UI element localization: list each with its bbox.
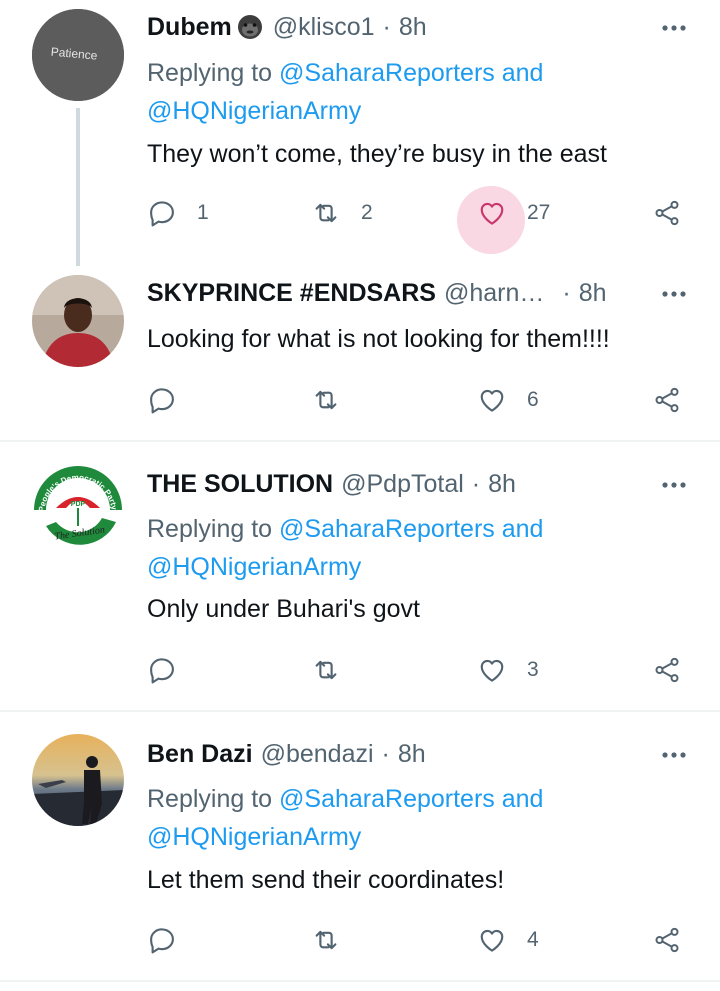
tweet-text: They won’t come, they’re busy in the eas… xyxy=(147,140,607,168)
replying-prefix: Replying to xyxy=(147,59,280,87)
retweet-button[interactable]: 2 xyxy=(311,191,373,235)
retweet-icon xyxy=(311,925,341,955)
tweet-text: Let them send their coordinates! xyxy=(147,866,505,894)
reply-button[interactable]: 1 xyxy=(147,191,209,235)
more-icon[interactable] xyxy=(660,473,688,497)
separator-dot: · xyxy=(381,739,390,768)
retweet-button[interactable] xyxy=(311,648,361,692)
tweet-header: THE SOLUTION @PdpTotal · 8h xyxy=(147,467,650,501)
reply-icon xyxy=(147,385,177,415)
mention-link[interactable]: @HQNigerianArmy xyxy=(147,823,361,851)
display-name[interactable]: Ben Dazi xyxy=(147,740,253,769)
reply-icon xyxy=(147,925,177,955)
retweet-icon xyxy=(311,655,341,685)
tweet-header: SKYPRINCE #ENDSARS @harn… · 8h xyxy=(147,276,650,310)
like-icon xyxy=(477,385,507,415)
avatar-image xyxy=(32,734,124,826)
more-icon[interactable] xyxy=(660,16,688,40)
avatar-image: Patience xyxy=(32,9,124,101)
action-bar: 1 2 27 xyxy=(147,186,697,254)
mention-link[interactable]: @SaharaReporters and xyxy=(279,59,543,87)
like-button[interactable]: 3 xyxy=(477,648,539,692)
timestamp[interactable]: 8h xyxy=(398,740,426,769)
avatar[interactable]: People's Democratic Party PDP The Soluti… xyxy=(32,464,124,556)
share-button[interactable] xyxy=(652,378,682,422)
tweet[interactable]: SKYPRINCE #ENDSARS @harn… · 8h Looking f… xyxy=(0,270,720,442)
tweet[interactable]: Ben Dazi @bendazi · 8h Replying to @Saha… xyxy=(0,712,720,980)
reply-button[interactable] xyxy=(147,378,197,422)
replying-to: Replying to @SaharaReporters and @HQNige… xyxy=(147,54,680,130)
share-icon xyxy=(652,925,682,955)
tweet[interactable]: People's Democratic Party PDP The Soluti… xyxy=(0,442,720,712)
display-name[interactable]: SKYPRINCE #ENDSARS xyxy=(147,279,436,308)
like-count: 6 xyxy=(527,388,539,411)
tweet-header: Ben Dazi @bendazi · 8h xyxy=(147,737,650,771)
tweet-header: Dubem @klisco1 · 8h xyxy=(147,10,650,44)
reply-button[interactable] xyxy=(147,648,197,692)
retweet-icon xyxy=(311,385,341,415)
retweet-count: 2 xyxy=(361,201,373,224)
avatar[interactable] xyxy=(32,275,124,367)
share-icon xyxy=(652,385,682,415)
share-button[interactable] xyxy=(652,918,682,962)
tweet[interactable]: Patience Dubem @klisco1 · 8h Replying to… xyxy=(0,0,720,270)
mention-link[interactable]: @SaharaReporters and xyxy=(279,785,543,813)
replying-to: Replying to @SaharaReporters and @HQNige… xyxy=(147,780,680,856)
timestamp[interactable]: 8h xyxy=(579,279,607,308)
reply-icon xyxy=(147,655,177,685)
tweet-text: Only under Buhari's govt xyxy=(147,595,420,623)
like-button[interactable]: 6 xyxy=(477,378,539,422)
like-button[interactable]: 4 xyxy=(477,918,539,962)
action-bar: 3 xyxy=(147,648,697,692)
more-icon[interactable] xyxy=(660,282,688,306)
share-icon xyxy=(652,198,682,228)
mention-link[interactable]: @HQNigerianArmy xyxy=(147,97,361,125)
like-count: 27 xyxy=(527,201,551,224)
separator-dot: · xyxy=(382,12,391,41)
like-icon xyxy=(477,655,507,685)
reply-count: 1 xyxy=(197,201,209,224)
like-count: 3 xyxy=(527,658,539,681)
avatar-letters: PDP xyxy=(71,501,86,508)
avatar[interactable] xyxy=(32,734,124,826)
display-name[interactable]: Dubem xyxy=(147,13,232,42)
replying-prefix: Replying to xyxy=(147,515,280,543)
avatar[interactable]: Patience xyxy=(32,9,124,101)
retweet-button[interactable] xyxy=(311,378,361,422)
share-button[interactable] xyxy=(652,648,682,692)
handle[interactable]: @bendazi xyxy=(261,740,374,769)
like-button[interactable]: 27 xyxy=(457,186,551,254)
retweet-icon xyxy=(311,198,341,228)
separator-dot: · xyxy=(471,469,481,498)
avatar-image: People's Democratic Party PDP The Soluti… xyxy=(32,464,124,556)
timestamp[interactable]: 8h xyxy=(399,13,427,42)
reply-button[interactable] xyxy=(147,918,197,962)
thread-line xyxy=(76,108,80,266)
share-button[interactable] xyxy=(652,191,682,235)
handle[interactable]: @harn… xyxy=(444,279,544,308)
replying-to: Replying to @SaharaReporters and @HQNige… xyxy=(147,510,680,586)
divider xyxy=(0,980,720,982)
more-icon[interactable] xyxy=(660,743,688,767)
mention-link[interactable]: @SaharaReporters and xyxy=(279,515,543,543)
separator-dot: · xyxy=(562,278,571,307)
display-name[interactable]: THE SOLUTION xyxy=(147,470,333,499)
timestamp[interactable]: 8h xyxy=(488,470,516,499)
handle[interactable]: @klisco1 xyxy=(273,13,375,42)
tweet-text: Looking for what is not looking for them… xyxy=(147,325,610,353)
avatar-image xyxy=(32,275,124,367)
gorilla-emoji-icon xyxy=(237,15,262,39)
action-bar: 6 xyxy=(147,378,697,422)
action-bar: 4 xyxy=(147,918,697,962)
replying-prefix: Replying to xyxy=(147,785,280,813)
share-icon xyxy=(652,655,682,685)
like-icon xyxy=(477,198,507,228)
retweet-button[interactable] xyxy=(311,918,361,962)
mention-link[interactable]: @HQNigerianArmy xyxy=(147,553,361,581)
like-icon xyxy=(477,925,507,955)
handle[interactable]: @PdpTotal xyxy=(341,470,464,499)
reply-icon xyxy=(147,198,177,228)
like-count: 4 xyxy=(527,928,539,951)
